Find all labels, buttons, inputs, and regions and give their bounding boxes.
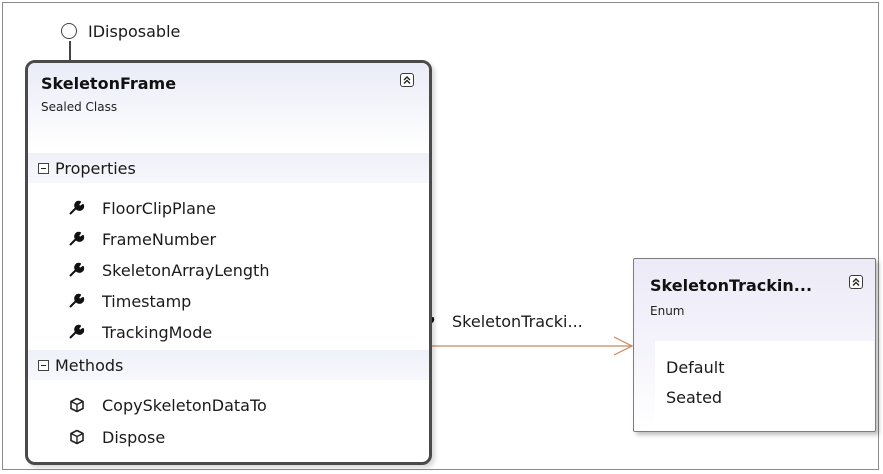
association-label[interactable]: SkeletonTracki...	[452, 312, 583, 331]
property-label: SkeletonArrayLength	[102, 260, 270, 280]
property-label: FloorClipPlane	[102, 198, 216, 218]
enum-name: SkeletonTrackin...	[650, 276, 813, 295]
wrench-property-icon	[66, 261, 88, 279]
method-label: Dispose	[102, 427, 166, 447]
wrench-property-icon	[66, 199, 88, 217]
property-label: Timestamp	[102, 291, 192, 311]
enum-shape-skeletontrackingmode[interactable]: SkeletonTrackin... Enum Default Seated	[633, 258, 876, 432]
wrench-property-icon	[66, 292, 88, 310]
method-item-dispose[interactable]: Dispose	[28, 423, 165, 451]
property-item-skeletonarraylength[interactable]: SkeletonArrayLength	[28, 256, 269, 284]
property-item-floorclipplane[interactable]: FloorClipPlane	[28, 194, 216, 222]
methods-section-header[interactable]: Methods	[28, 350, 429, 380]
method-item-copyskeletondatato[interactable]: CopySkeletonDataTo	[28, 391, 267, 419]
collapse-minus-icon[interactable]	[38, 162, 49, 174]
class-kind: Sealed Class	[41, 100, 118, 114]
collapse-chevron-icon[interactable]	[400, 73, 414, 87]
enum-value-default[interactable]: Default	[666, 358, 724, 377]
property-label: TrackingMode	[102, 322, 213, 342]
enum-kind: Enum	[650, 304, 685, 318]
enum-values-area	[655, 341, 874, 430]
methods-header-label: Methods	[55, 355, 124, 375]
method-cube-icon	[66, 396, 88, 414]
class-shape-skeletonframe[interactable]: SkeletonFrame Sealed Class Properties Fl…	[25, 60, 432, 465]
property-label: FrameNumber	[102, 229, 217, 249]
wrench-property-icon	[66, 323, 88, 341]
class-name: SkeletonFrame	[41, 74, 177, 93]
property-item-trackingmode[interactable]: TrackingMode	[28, 318, 212, 346]
method-label: CopySkeletonDataTo	[102, 395, 267, 415]
enum-value-seated[interactable]: Seated	[666, 388, 722, 407]
properties-header-label: Properties	[55, 158, 136, 178]
properties-section-header[interactable]: Properties	[28, 153, 429, 183]
property-item-timestamp[interactable]: Timestamp	[28, 287, 191, 315]
collapse-minus-icon[interactable]	[38, 359, 49, 371]
wrench-property-icon	[66, 230, 88, 248]
collapse-chevron-icon[interactable]	[849, 275, 863, 289]
property-item-framenumber[interactable]: FrameNumber	[28, 225, 216, 253]
method-cube-icon	[66, 428, 88, 446]
